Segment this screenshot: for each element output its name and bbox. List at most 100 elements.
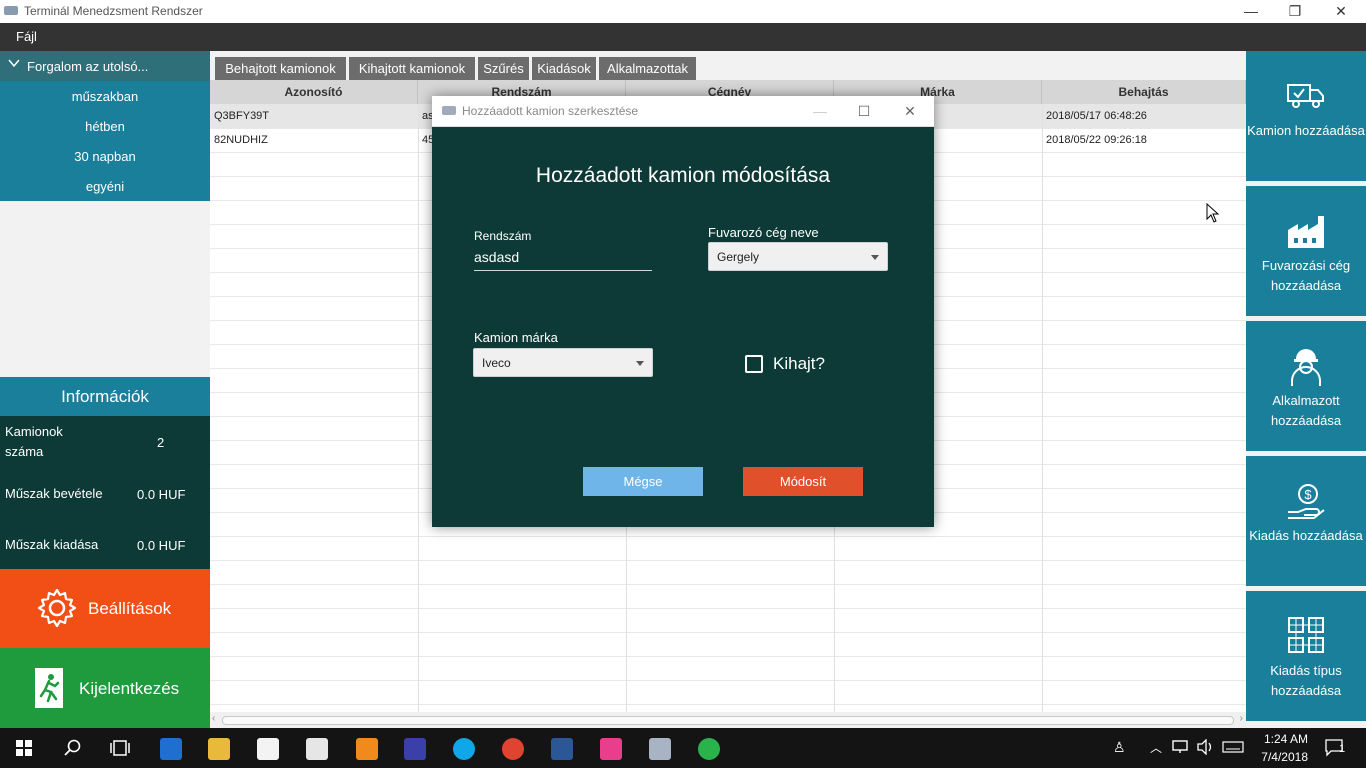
minimize-button[interactable]: — [1228, 0, 1274, 23]
chevron-up-icon[interactable]: ︿ [1150, 739, 1162, 756]
add-expense-type-button[interactable]: Kiadás típus hozzáadása [1246, 591, 1366, 721]
scroll-thumb[interactable] [222, 716, 1234, 725]
tab-entered-trucks[interactable]: Behajtott kamionok [215, 57, 346, 80]
tab-exited-trucks[interactable]: Kihajtott kamionok [349, 57, 475, 80]
company-select-value: Gergely [717, 250, 760, 264]
add-carrier-button[interactable]: Fuvarozási cég hozzáadása [1246, 186, 1366, 316]
menu-file[interactable]: Fájl [16, 29, 37, 44]
dialog-minimize-button[interactable]: — [798, 96, 842, 126]
dialog-heading: Hozzáadott kamion módosítása [535, 164, 831, 187]
people-icon[interactable]: ♙ [1113, 739, 1126, 756]
settings-button[interactable]: Beállítások [0, 569, 210, 648]
tab-employees[interactable]: Alkalmazottak [599, 57, 696, 80]
traffic-item-30days[interactable]: 30 napban [0, 149, 210, 164]
add-carrier-label: Fuvarozási cég hozzáadása [1261, 258, 1351, 293]
chrome-canary-icon[interactable] [698, 738, 720, 760]
logout-label: Kijelentkezés [79, 679, 180, 698]
task-view-icon[interactable] [110, 739, 130, 760]
exit-checkbox-label: Kihajt? [773, 354, 825, 373]
brand-label: Kamion márka [474, 330, 558, 345]
vlc-icon[interactable] [356, 738, 378, 760]
column-header-id[interactable]: Azonosító [210, 80, 418, 104]
dialog-maximize-button[interactable]: ☐ [842, 96, 886, 126]
menu-bar: Fájl [0, 23, 1366, 51]
row-divider [210, 656, 1246, 657]
add-expense-label: Kiadás hozzáadása [1249, 528, 1363, 543]
traffic-item-custom[interactable]: egyéni [0, 179, 210, 194]
row-divider [210, 632, 1246, 633]
keyboard-icon[interactable] [1222, 741, 1244, 756]
grid-icon [1286, 615, 1326, 658]
volume-icon[interactable] [1196, 738, 1214, 758]
skype-icon[interactable] [453, 738, 475, 760]
factory-icon [1286, 210, 1326, 253]
intellij-icon[interactable] [600, 738, 622, 760]
save-disk-icon[interactable] [404, 738, 426, 760]
traffic-header-label: Forgalom az utolsó... [27, 59, 149, 74]
cell-id: Q3BFY39T [214, 110, 270, 122]
taskbar: ♙ ︿ 1:24 AM 7/4/2018 1 [0, 728, 1366, 768]
company-label: Fuvarozó cég neve [708, 225, 819, 240]
notification-count: 1 [1339, 743, 1346, 755]
truck-icon [4, 6, 18, 15]
dialog-close-button[interactable]: ✕ [888, 96, 932, 126]
close-button[interactable]: ✕ [1318, 0, 1364, 23]
windows-start-icon[interactable] [16, 740, 32, 759]
shift-expense-label: Műszak kiadása [5, 537, 99, 552]
chevron-down-icon [871, 255, 879, 260]
chrome-icon[interactable] [502, 738, 524, 760]
add-employee-button[interactable]: Alkalmazott hozzáadása [1246, 321, 1366, 451]
sidebar-spacer [0, 201, 210, 377]
clock-date[interactable]: 7/4/2018 [1261, 750, 1308, 764]
traffic-header[interactable]: Forgalom az utolsó... [0, 51, 210, 81]
network-icon[interactable] [1172, 740, 1188, 757]
settings-label: Beállítások [88, 599, 172, 618]
word-icon[interactable] [551, 738, 573, 760]
row-divider [210, 680, 1246, 681]
window-title-bar: Terminál Menedzsment Rendszer — ❐ ✕ [0, 0, 1366, 23]
column-divider [418, 104, 419, 712]
exit-checkbox[interactable] [745, 355, 763, 373]
dialog-title-bar: Hozzáadott kamion szerkesztése — ☐ ✕ [432, 96, 934, 127]
plate-input[interactable] [474, 244, 652, 271]
modify-button[interactable]: Módosít [743, 467, 863, 496]
cell-id: 82NUDHIZ [214, 134, 268, 146]
column-header-entry[interactable]: Behajtás [1042, 80, 1246, 104]
column-divider [1042, 104, 1043, 712]
logout-button[interactable]: Kijelentkezés [0, 648, 210, 728]
trucks-count-label: Kamionok száma [5, 424, 63, 459]
truck-app-icon[interactable] [649, 738, 671, 760]
clock-time[interactable]: 1:24 AM [1264, 732, 1308, 746]
company-select[interactable]: Gergely [708, 242, 888, 271]
restore-button[interactable]: ❐ [1272, 0, 1318, 23]
shift-income-value: 0.0 HUF [137, 487, 186, 502]
edit-truck-dialog: Hozzáadott kamion szerkesztése — ☐ ✕ Hoz… [432, 96, 934, 527]
brand-select-value: Iveco [482, 356, 511, 370]
row-divider [210, 608, 1246, 609]
shift-expense-value: 0.0 HUF [137, 538, 186, 553]
store-icon[interactable] [257, 738, 279, 760]
cancel-button[interactable]: Mégse [583, 467, 703, 496]
cell-entry: 2018/05/17 06:48:26 [1046, 110, 1147, 122]
add-truck-label: Kamion hozzáadása [1247, 123, 1365, 138]
horizontal-scrollbar[interactable]: ‹ › [210, 712, 1246, 728]
add-expense-button[interactable]: $ Kiadás hozzáadása [1246, 456, 1366, 586]
tab-expenses[interactable]: Kiadások [532, 57, 596, 80]
edge-icon[interactable] [160, 738, 182, 760]
file-explorer-icon[interactable] [208, 738, 230, 760]
tab-filter[interactable]: Szűrés [478, 57, 529, 80]
traffic-item-shift[interactable]: műszakban [0, 89, 210, 104]
truck-icon [442, 106, 456, 115]
scroll-left-icon[interactable]: ‹ [212, 713, 215, 724]
traffic-list: műszakban hétben 30 napban egyéni [0, 81, 210, 201]
brand-select[interactable]: Iveco [473, 348, 653, 377]
scroll-right-icon[interactable]: › [1240, 713, 1243, 724]
add-truck-button[interactable]: Kamion hozzáadása [1246, 51, 1366, 181]
traffic-item-week[interactable]: hétben [0, 119, 210, 134]
chevron-down-icon [636, 361, 644, 366]
search-icon[interactable] [64, 739, 82, 760]
svg-text:$: $ [1304, 487, 1312, 502]
add-employee-label: Alkalmazott hozzáadása [1270, 393, 1342, 428]
mail-icon[interactable] [306, 738, 328, 760]
shift-income-label: Műszak bevétele [5, 486, 103, 501]
